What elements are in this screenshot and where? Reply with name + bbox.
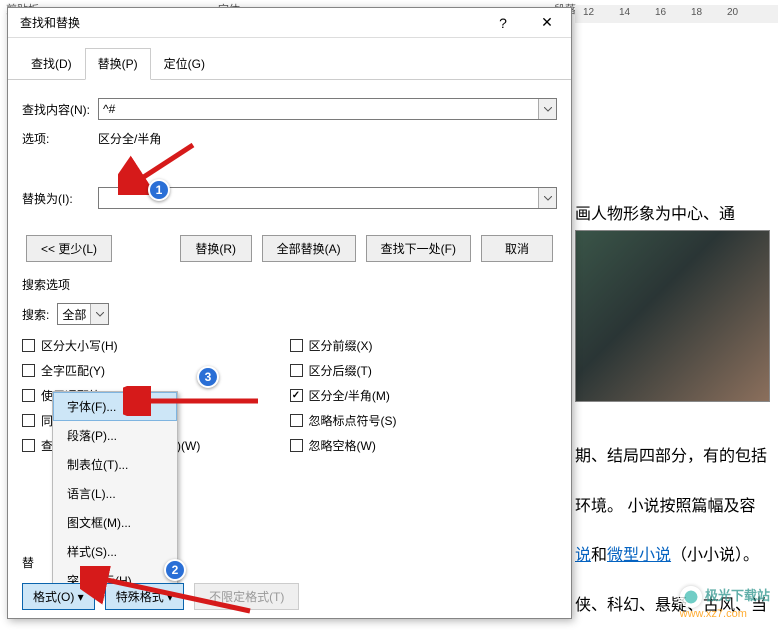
document-image bbox=[575, 230, 770, 402]
replace-section-label: 替 bbox=[22, 554, 557, 571]
watermark: 极光下载站 www.xz7.com bbox=[680, 585, 770, 620]
popup-menu-item[interactable]: 制表位(T)... bbox=[53, 450, 177, 479]
checkbox-icon[interactable] bbox=[290, 389, 303, 402]
find-label: 查找内容(N): bbox=[22, 101, 98, 118]
checkbox-option[interactable]: 区分前缀(X) bbox=[290, 337, 558, 354]
checkbox-option[interactable]: 忽略空格(W) bbox=[290, 437, 558, 454]
annotation-badge-1: 1 bbox=[148, 179, 170, 201]
checkbox-label: 区分后缀(T) bbox=[309, 362, 372, 379]
checkbox-icon[interactable] bbox=[290, 439, 303, 452]
titlebar: 查找和替换 ? ✕ bbox=[8, 8, 571, 38]
search-direction-select[interactable]: 全部 bbox=[57, 303, 109, 325]
find-input[interactable]: ^# bbox=[98, 98, 557, 120]
checkbox-icon[interactable] bbox=[22, 339, 35, 352]
chevron-down-icon[interactable] bbox=[538, 188, 556, 208]
options-label: 选项: bbox=[22, 130, 98, 147]
checkbox-label: 忽略标点符号(S) bbox=[309, 412, 397, 429]
search-options-heading: 搜索选项 bbox=[22, 276, 557, 293]
tab-goto[interactable]: 定位(G) bbox=[151, 48, 218, 79]
find-next-button[interactable]: 查找下一处(F) bbox=[366, 235, 471, 262]
replace-all-button[interactable]: 全部替换(A) bbox=[262, 235, 356, 262]
checkbox-option[interactable]: 全字匹配(Y) bbox=[22, 362, 290, 379]
dialog-title: 查找和替换 bbox=[20, 14, 481, 31]
close-button[interactable]: ✕ bbox=[525, 9, 569, 37]
checkbox-icon[interactable] bbox=[290, 414, 303, 427]
popup-menu-item[interactable]: 段落(P)... bbox=[53, 421, 177, 450]
checkbox-icon[interactable] bbox=[22, 439, 35, 452]
cancel-button[interactable]: 取消 bbox=[481, 235, 553, 262]
checkbox-label: 区分大小写(H) bbox=[41, 337, 118, 354]
checkbox-icon[interactable] bbox=[22, 414, 35, 427]
checkbox-label: 区分前缀(X) bbox=[309, 337, 373, 354]
watermark-logo-icon bbox=[680, 586, 702, 608]
checkbox-icon[interactable] bbox=[290, 339, 303, 352]
tab-find[interactable]: 查找(D) bbox=[18, 48, 85, 79]
help-button[interactable]: ? bbox=[481, 9, 525, 37]
replace-label: 替换为(I): bbox=[22, 190, 98, 207]
search-direction-label: 搜索: bbox=[22, 306, 49, 323]
checkbox-option[interactable]: 区分全/半角(M) bbox=[290, 387, 558, 404]
find-replace-dialog: 查找和替换 ? ✕ 查找(D) 替换(P) 定位(G) 查找内容(N): ^# … bbox=[7, 7, 572, 619]
options-value: 区分全/半角 bbox=[98, 130, 161, 147]
popup-menu-item[interactable]: 语言(L)... bbox=[53, 479, 177, 508]
checkbox-icon[interactable] bbox=[22, 389, 35, 402]
hyperlink[interactable]: 说 bbox=[575, 547, 591, 564]
replace-button[interactable]: 替换(R) bbox=[180, 235, 252, 262]
checkbox-icon[interactable] bbox=[290, 364, 303, 377]
popup-menu-item[interactable]: 图文框(M)... bbox=[53, 508, 177, 537]
special-format-button[interactable]: 特殊格式 ▾ bbox=[105, 583, 184, 610]
chevron-down-icon[interactable] bbox=[90, 304, 108, 324]
ruler: 12 14 16 18 20 bbox=[575, 5, 778, 23]
tab-replace[interactable]: 替换(P) bbox=[85, 48, 151, 80]
annotation-badge-2: 2 bbox=[164, 559, 186, 581]
format-button[interactable]: 格式(O) ▾ bbox=[22, 583, 95, 610]
popup-menu-item[interactable]: 字体(F)... bbox=[53, 392, 177, 421]
checkbox-label: 忽略空格(W) bbox=[309, 437, 376, 454]
checkbox-option[interactable]: 忽略标点符号(S) bbox=[290, 412, 558, 429]
annotation-badge-3: 3 bbox=[197, 366, 219, 388]
checkbox-icon[interactable] bbox=[22, 364, 35, 377]
checkbox-label: 区分全/半角(M) bbox=[309, 387, 390, 404]
hyperlink[interactable]: 微型小说 bbox=[607, 547, 671, 564]
no-format-button[interactable]: 不限定格式(T) bbox=[194, 583, 299, 610]
checkbox-label: 全字匹配(Y) bbox=[41, 362, 105, 379]
less-button[interactable]: << 更少(L) bbox=[26, 235, 112, 262]
checkbox-option[interactable]: 区分后缀(T) bbox=[290, 362, 558, 379]
chevron-down-icon[interactable] bbox=[538, 99, 556, 119]
tab-bar: 查找(D) 替换(P) 定位(G) bbox=[8, 38, 571, 80]
checkbox-option[interactable]: 区分大小写(H) bbox=[22, 337, 290, 354]
